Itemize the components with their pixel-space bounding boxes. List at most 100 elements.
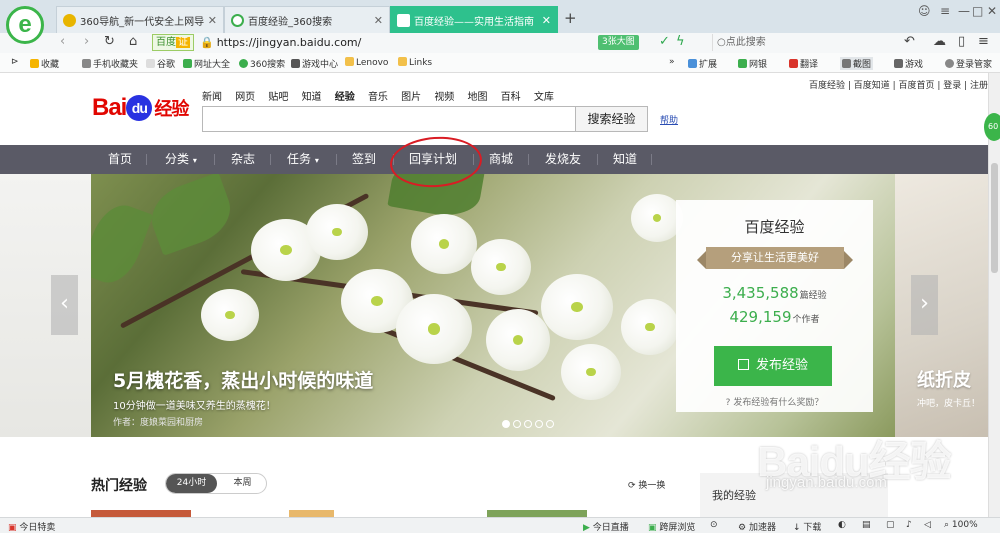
menu-icon[interactable]: ≡ (978, 34, 989, 49)
bookmark-links[interactable]: Links (398, 57, 432, 68)
nav-categories[interactable]: 分类 ▾ (165, 145, 197, 174)
status-layout-icon[interactable]: ▤ (862, 520, 871, 530)
url-input[interactable]: 🔒 https://jingyan.baidu.com/ (200, 34, 590, 51)
category-images[interactable]: 图片 (401, 92, 421, 103)
search-input[interactable]: ○点此搜索 (712, 34, 890, 51)
category-jingyan[interactable]: 经验 (335, 92, 355, 103)
top-links[interactable]: 百度经验 | 百度知道 | 百度首页 | 登录 | 注册 (809, 78, 988, 91)
bookmark-mobile[interactable]: 手机收藏夹 (82, 57, 138, 70)
scrollbar-thumb[interactable] (991, 163, 998, 273)
article-thumbnail[interactable] (91, 510, 191, 517)
category-map[interactable]: 地图 (468, 92, 488, 103)
phone-icon[interactable]: ▯ (958, 34, 965, 49)
category-tieba[interactable]: 贴吧 (268, 92, 288, 103)
bookmark-lenovo[interactable]: Lenovo (345, 57, 388, 68)
close-icon[interactable]: ✕ (208, 14, 217, 27)
bookmark-favorites[interactable]: 收藏 (30, 57, 59, 70)
side-float-badge[interactable]: 60 (984, 113, 1000, 141)
publish-button[interactable]: 发布经验 (714, 346, 832, 386)
toolbar-games[interactable]: 游戏 (894, 57, 923, 70)
tab-360-nav[interactable]: 360导航_新一代安全上网导航 ✕ (56, 6, 224, 33)
site-verified-badge[interactable]: 百度证 (152, 34, 194, 51)
bookmark-google[interactable]: 谷歌 (146, 57, 175, 70)
speed-mode-button[interactable]: 3张大图 (598, 35, 639, 50)
close-icon[interactable]: ✕ (542, 14, 551, 27)
skin-icon[interactable]: ☺ (918, 4, 931, 18)
back-icon[interactable]: ‹ (60, 34, 65, 49)
bookmark-url-list[interactable]: 网址大全 (183, 57, 230, 70)
category-web[interactable]: 网页 (235, 92, 255, 103)
status-mute-icon[interactable]: ◁ (924, 520, 931, 530)
toolbar-screenshot[interactable]: 截图 (840, 57, 874, 70)
window-close-icon[interactable]: ✕ (987, 4, 997, 18)
nav-divider (651, 154, 652, 165)
nav-mall[interactable]: 商城 (489, 145, 513, 174)
article-thumbnail[interactable] (487, 510, 587, 517)
baidu-jingyan-logo[interactable]: Bai du 经验 (92, 94, 189, 122)
carousel-dot[interactable] (502, 420, 510, 428)
home-icon[interactable]: ⌂ (129, 34, 137, 49)
nav-magazine[interactable]: 杂志 (231, 145, 255, 174)
forward-icon[interactable]: › (84, 34, 89, 49)
toolbar-translate[interactable]: 翻译 (789, 57, 818, 70)
help-link[interactable]: 帮助 (660, 113, 678, 126)
reward-link[interactable]: ? 发布经验有什么奖励？ (676, 395, 873, 408)
toolbar-extensions[interactable]: 扩展 (688, 57, 717, 70)
zoom-level[interactable]: ⌕ 100% (944, 520, 978, 530)
status-cast-icon[interactable]: ⊙ (710, 520, 718, 530)
category-wenku[interactable]: 文库 (534, 92, 554, 103)
search-jingyan-button[interactable]: 搜索经验 (576, 106, 648, 132)
toolbar-banking[interactable]: 网银 (738, 57, 767, 70)
category-music[interactable]: 音乐 (368, 92, 388, 103)
jingyan-search-input[interactable] (202, 106, 576, 132)
status-sound-icon[interactable]: ♪ (906, 520, 912, 530)
cloud-icon[interactable]: ☁ (933, 34, 946, 49)
status-circle-icon[interactable]: ◐ (838, 520, 846, 530)
sidebar-toggle-icon[interactable]: ⊳ (11, 57, 19, 67)
nav-tasks[interactable]: 任务 ▾ (287, 145, 319, 174)
shield-icon[interactable]: ✓ (659, 34, 670, 49)
prev-slide-button[interactable]: ‹ (51, 275, 78, 335)
article-thumbnail[interactable] (289, 510, 334, 517)
status-cross-screen[interactable]: ▣ 跨屏浏览 (648, 520, 695, 533)
nav-home[interactable]: 首页 (108, 145, 132, 174)
nav-fans[interactable]: 发烧友 (545, 145, 581, 174)
status-live[interactable]: ▶ 今日直播 (583, 520, 629, 533)
status-window-icon[interactable]: ▢ (886, 520, 895, 530)
tab-baidu-jingyan[interactable]: 百度经验——实用生活指南 ✕ (390, 6, 558, 33)
carousel-dot[interactable] (524, 420, 532, 428)
more-icon[interactable]: » (669, 57, 675, 67)
menu-icon[interactable]: ≡ (940, 4, 950, 18)
lightning-icon[interactable]: ϟ (676, 34, 685, 49)
refresh-button[interactable]: ⟳ 换一换 (628, 478, 665, 491)
tab-week[interactable]: 本周 (217, 474, 266, 493)
tab-360-search[interactable]: 百度经验_360搜索 ✕ (224, 6, 390, 33)
tab-24h[interactable]: 24小时 (166, 474, 217, 493)
new-tab-button[interactable]: + (564, 9, 577, 27)
hero-banner[interactable]: 5月槐花香，蒸出小时候的味道 10分钟做一道美味又养生的蒸槐花！ 作者：度娘菜园… (91, 174, 895, 437)
category-zhidao[interactable]: 知道 (302, 92, 322, 103)
status-accelerator[interactable]: ⚙ 加速器 (738, 520, 776, 533)
toolbar-login-manager[interactable]: 登录管家 (945, 57, 992, 70)
undo-icon[interactable]: ↶ (904, 34, 915, 49)
carousel-dot[interactable] (535, 420, 543, 428)
category-news[interactable]: 新闻 (202, 92, 222, 103)
maximize-icon[interactable]: □ (972, 4, 983, 18)
category-video[interactable]: 视频 (434, 92, 454, 103)
carousel-dot[interactable] (546, 420, 554, 428)
download-icon: ↓ (793, 523, 801, 533)
nav-zhidao[interactable]: 知道 (613, 145, 637, 174)
category-baike[interactable]: 百科 (501, 92, 521, 103)
status-download[interactable]: ↓ 下载 (793, 520, 821, 533)
bookmark-game-center[interactable]: 游戏中心 (291, 57, 338, 70)
refresh-icon[interactable]: ↻ (104, 34, 115, 49)
close-icon[interactable]: ✕ (374, 14, 383, 27)
nav-checkin[interactable]: 签到 (352, 145, 376, 174)
next-slide-button[interactable]: › (911, 275, 938, 335)
banner-title[interactable]: 5月槐花香，蒸出小时候的味道 (113, 366, 373, 393)
browser-logo-icon[interactable]: e (6, 6, 44, 44)
carousel-dot[interactable] (513, 420, 521, 428)
bookmark-360-search[interactable]: 360搜索 (239, 57, 285, 70)
daily-deals[interactable]: ▣ 今日特卖 (8, 520, 55, 533)
minimize-icon[interactable]: — (958, 4, 970, 18)
